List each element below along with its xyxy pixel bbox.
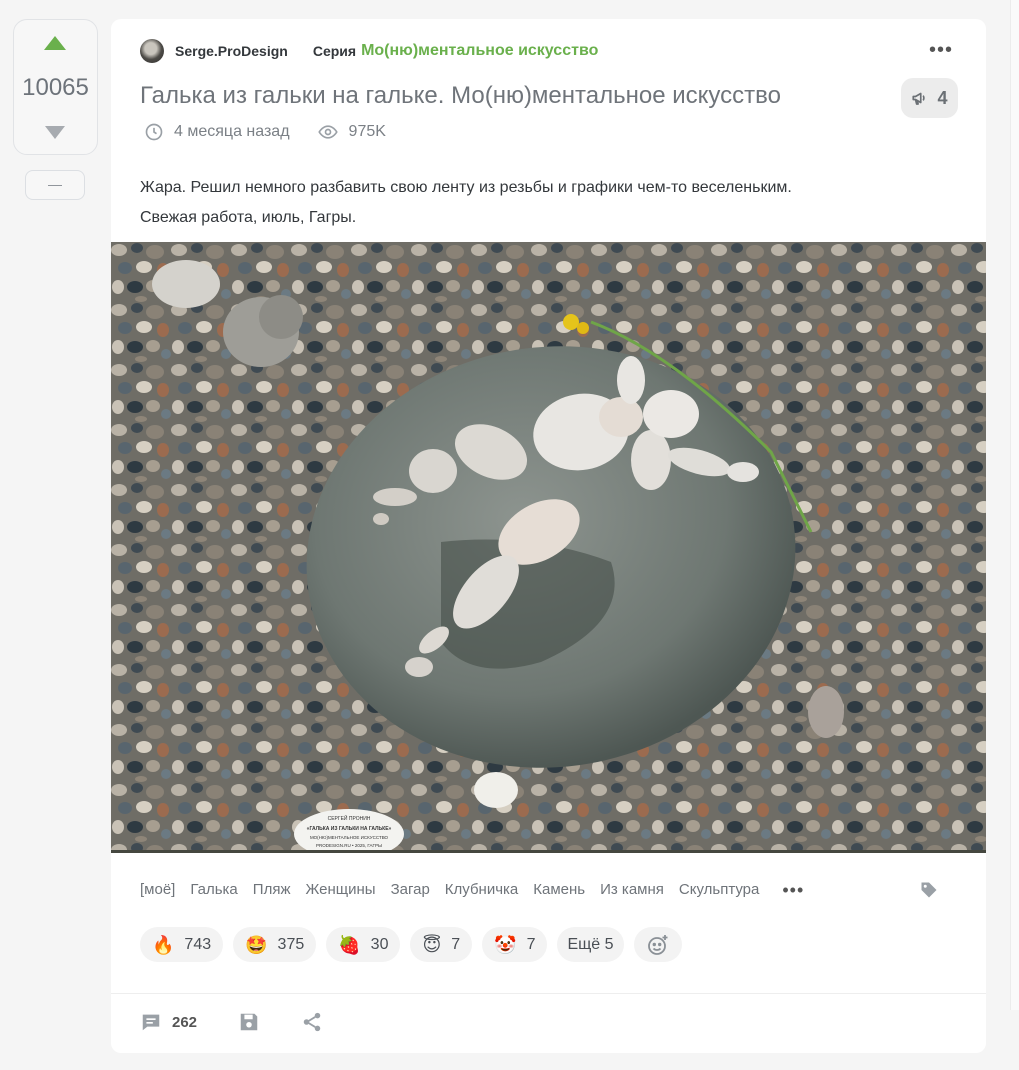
reaction-count: 743	[184, 935, 212, 953]
save-button[interactable]	[238, 1011, 260, 1033]
story-text: Жара. Решил немного разбавить свою ленту…	[140, 173, 792, 233]
comments-button[interactable]: 262	[140, 1011, 197, 1033]
tag[interactable]: Пляж	[253, 881, 291, 898]
divider	[111, 993, 986, 994]
story-views: 975K	[348, 123, 386, 140]
share-icon	[303, 1012, 321, 1032]
angel-emoji-icon: 😇	[422, 934, 442, 955]
comments-badge[interactable]: 4	[901, 78, 958, 118]
fire-emoji-icon: 🔥	[152, 934, 175, 955]
story-footer: 262	[140, 1011, 323, 1033]
author-row: Serge.ProDesign Серия Мо(ню)ментальное и…	[140, 39, 598, 63]
star-struck-emoji-icon: 🤩	[245, 934, 268, 955]
reaction-chip[interactable]: 🤩 375	[233, 927, 317, 962]
eye-icon	[317, 125, 338, 139]
story-card: Serge.ProDesign Серия Мо(ню)ментальное и…	[111, 19, 986, 1053]
share-button[interactable]	[301, 1011, 323, 1033]
story-image[interactable]: СЕРГЕЙ ПРОНИН «ГАЛЬКА ИЗ ГАЛЬКИ НА ГАЛЬК…	[111, 242, 986, 853]
svg-text:PRODESIGN.RU • 2025, ГАГРЫ: PRODESIGN.RU • 2025, ГАГРЫ	[316, 843, 382, 848]
svg-text:МО(НЮ)МЕНТАЛЬНОЕ ИСКУССТВО: МО(НЮ)МЕНТАЛЬНОЕ ИСКУССТВО	[310, 835, 389, 840]
rating-value: 10065	[22, 74, 89, 101]
reaction-count: 7	[451, 935, 461, 953]
tag[interactable]: Скульптура	[679, 881, 759, 898]
clock-icon	[145, 123, 163, 141]
reactions-row: 🔥 743 🤩 375 🍓 30 😇 7 🤡 7 Ещё 5	[140, 927, 682, 962]
tag[interactable]: Галька	[190, 881, 237, 898]
reaction-count: 375	[277, 935, 305, 953]
reaction-chip[interactable]: 🍓 30	[326, 927, 401, 962]
tags-more-icon[interactable]: •••	[782, 881, 804, 899]
right-sidebar-edge	[1010, 0, 1019, 1010]
story-title[interactable]: Галька из гальки на гальке. Мо(ню)ментал…	[140, 82, 781, 110]
reaction-chip[interactable]: 🤡 7	[482, 927, 548, 962]
svg-text:«ГАЛЬКА ИЗ ГАЛЬКИ НА ГАЛЬКЕ»: «ГАЛЬКА ИЗ ГАЛЬКИ НА ГАЛЬКЕ»	[307, 826, 392, 832]
reaction-chip[interactable]: 😇 7	[410, 927, 473, 962]
comments-count: 262	[172, 1013, 198, 1031]
save-icon	[240, 1013, 258, 1031]
comments-badge-count: 4	[937, 87, 948, 108]
arrow-up-icon[interactable]	[44, 36, 66, 50]
reaction-chip[interactable]: 🔥 743	[140, 927, 224, 962]
tag[interactable]: [моё]	[140, 881, 175, 898]
arrow-down-icon[interactable]	[45, 126, 65, 139]
tags-row: [моё] Галька Пляж Женщины Загар Клубничк…	[140, 881, 804, 899]
tag[interactable]: Камень	[533, 881, 585, 898]
story-time: 4 месяца назад	[174, 123, 290, 140]
add-reaction-icon	[647, 934, 668, 955]
story-meta: 4 месяца назад 975K	[144, 122, 386, 142]
strawberry-emoji-icon: 🍓	[338, 934, 361, 955]
pebble-art-photo: СЕРГЕЙ ПРОНИН «ГАЛЬКА ИЗ ГАЛЬКИ НА ГАЛЬК…	[111, 242, 986, 853]
tag-icon[interactable]	[919, 880, 939, 900]
comment-icon	[142, 1014, 160, 1031]
minus-button[interactable]: —	[25, 170, 85, 200]
story-text-line: Свежая работа, июль, Гагры.	[140, 209, 357, 226]
rating-widget: 10065	[13, 19, 98, 155]
reaction-count: 7	[526, 935, 536, 953]
series-label: Серия	[312, 43, 357, 59]
add-reaction-button[interactable]	[633, 927, 682, 962]
reactions-more-button[interactable]: Ещё 5	[557, 927, 624, 962]
tag[interactable]: Загар	[391, 881, 430, 898]
more-icon[interactable]: •••	[929, 40, 952, 67]
tag[interactable]: Клубничка	[445, 881, 518, 898]
megaphone-icon	[912, 92, 926, 105]
story-text-line: Жара. Решил немного разбавить свою ленту…	[140, 179, 792, 196]
clown-emoji-icon: 🤡	[494, 934, 517, 955]
reaction-count: 30	[370, 935, 389, 953]
tag[interactable]: Из камня	[600, 881, 664, 898]
tag[interactable]: Женщины	[305, 881, 375, 898]
avatar[interactable]	[140, 39, 164, 63]
svg-text:СЕРГЕЙ ПРОНИН: СЕРГЕЙ ПРОНИН	[328, 814, 371, 822]
series-link[interactable]: Мо(ню)ментальное искусство	[361, 42, 598, 60]
author-name[interactable]: Serge.ProDesign	[175, 43, 288, 59]
